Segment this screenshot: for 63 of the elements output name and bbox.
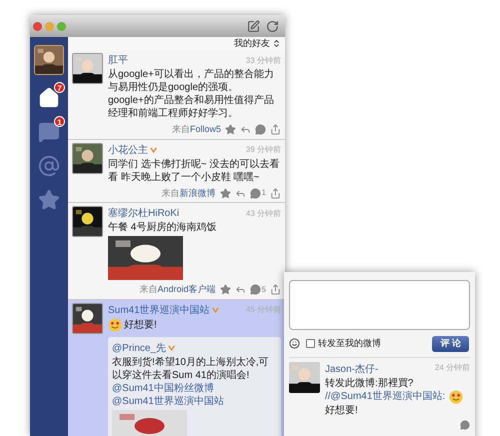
comment-icon[interactable]: [460, 420, 470, 430]
favorites-icon[interactable]: [38, 189, 60, 211]
mention-link[interactable]: @Sum41中国粉丝微博: [112, 382, 214, 394]
comment-text: 转发此微博:那裡買?: [325, 378, 414, 388]
comment-field[interactable]: [289, 280, 470, 330]
mentions-icon[interactable]: [38, 155, 60, 177]
comment-icon[interactable]: [255, 124, 266, 136]
close-button[interactable]: [33, 22, 42, 30]
home-icon[interactable]: [38, 87, 60, 109]
emoji-icon: [108, 318, 122, 332]
author-name[interactable]: 小花公主: [108, 142, 148, 158]
author-avatar[interactable]: [72, 53, 103, 84]
favorite-icon[interactable]: [220, 284, 231, 296]
reply-icon[interactable]: [234, 284, 246, 296]
refresh-icon[interactable]: [266, 20, 279, 32]
badge: 7: [54, 82, 65, 93]
post-source: 来自 Follow5: [172, 123, 221, 136]
post-source: 来自Android客户端: [140, 283, 216, 296]
post-text: 午餐 4号厨房的海南鸡饭: [108, 222, 216, 233]
reply-icon[interactable]: [240, 124, 251, 136]
emoji-picker-icon[interactable]: [289, 338, 300, 350]
author-name[interactable]: 塞缪尔杜HiRoKi: [108, 206, 180, 221]
compose-icon[interactable]: [247, 20, 260, 32]
author-name[interactable]: Sum41世界巡演中国站: [108, 302, 210, 318]
share-icon[interactable]: [270, 124, 281, 136]
share-icon[interactable]: [270, 284, 281, 296]
repost-checkbox[interactable]: [306, 339, 315, 348]
comment-time: 24 分钟前: [434, 362, 470, 374]
post-time: 39 分钟前: [246, 144, 281, 156]
emoji-icon: [449, 390, 464, 404]
favorite-icon[interactable]: [225, 124, 236, 136]
comment-count: 1: [262, 187, 266, 200]
author-name[interactable]: 肛平: [108, 53, 128, 68]
post-time: 33 分钟前: [246, 54, 281, 66]
post-text: 从google+可以看出，产品的整合能力与易用性仍是google的强项。google+的产品整合和易用性值得产品经理和前端工程师好好学习。: [108, 69, 274, 119]
post-text: 好想要!: [124, 319, 157, 330]
repost-label: 转发至我的微博: [318, 337, 381, 350]
dropdown-arrows-icon: [272, 39, 281, 48]
post-source: 来自新浪微博: [162, 186, 216, 200]
mention-link[interactable]: @Sum41世界巡演中国站: [112, 396, 224, 406]
author-avatar[interactable]: [72, 302, 103, 334]
comment-icon[interactable]: [250, 284, 261, 296]
post-time: 45 分钟前: [246, 304, 281, 316]
commenter-avatar[interactable]: [289, 362, 320, 392]
post-text: 衣服到货!希望10月的上海别太冷,可以穿这件去看Sum 41的演唱会!: [112, 356, 269, 380]
messages-icon[interactable]: [38, 121, 60, 143]
post-text: 同学们 选卡佛打折呢~ 没去的可以去看看 昨天晚上败了一个小皮鞋 嘿嘿~: [108, 158, 280, 182]
post-time: 43 分钟前: [246, 208, 281, 220]
comment-button[interactable]: 评 论: [432, 336, 469, 352]
user-avatar[interactable]: [34, 45, 64, 75]
comment-text: 好想要!: [325, 404, 358, 416]
author-name[interactable]: @Prince_先: [112, 340, 166, 356]
share-icon[interactable]: [270, 188, 281, 199]
favorite-icon[interactable]: [220, 188, 231, 199]
author-avatar[interactable]: [72, 142, 103, 174]
author-avatar[interactable]: [72, 206, 103, 237]
mention-link[interactable]: //@Sum41世界巡演中国站:: [325, 391, 446, 402]
badge: 1: [54, 116, 65, 127]
zoom-button[interactable]: [57, 22, 66, 30]
comment-icon[interactable]: [250, 188, 261, 199]
reply-icon[interactable]: [234, 188, 246, 199]
author-name[interactable]: Jason-杰仔-: [325, 362, 378, 376]
comment-count: 5: [262, 284, 266, 296]
